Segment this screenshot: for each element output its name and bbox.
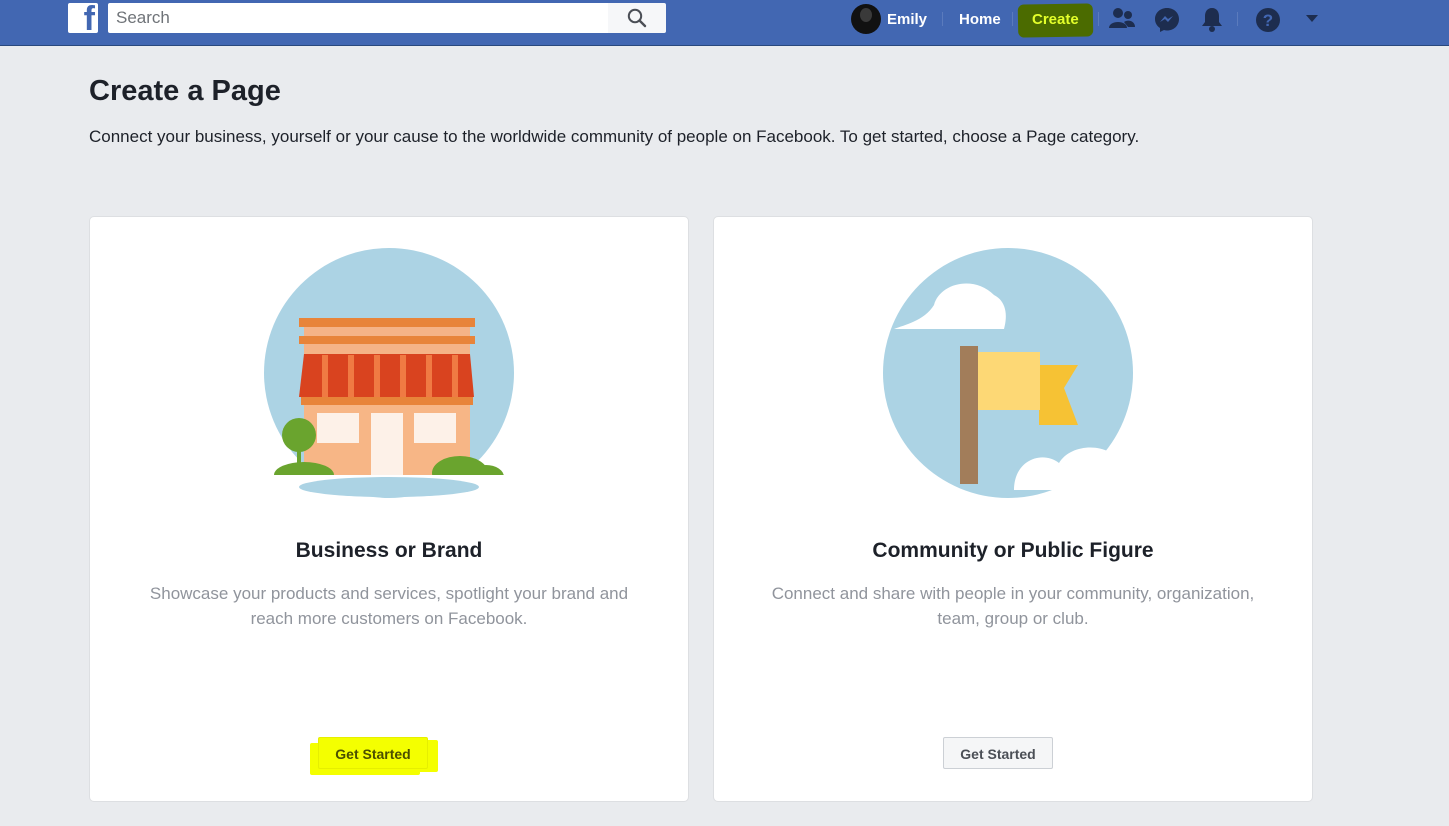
card-title: Business or Brand: [295, 539, 483, 562]
facebook-logo-icon[interactable]: f: [68, 0, 98, 38]
card-description: Connect and share with people in your co…: [771, 584, 1255, 628]
flag-illustration: [883, 248, 1143, 498]
page-subtitle: Connect your business, yourself or your …: [89, 127, 1140, 146]
notifications-icon[interactable]: [1199, 6, 1225, 34]
profile-name: Emily: [887, 11, 928, 28]
home-link[interactable]: Home: [959, 11, 1001, 28]
search-icon: [627, 8, 647, 28]
search-input[interactable]: [108, 3, 606, 33]
business-or-brand-card: Business or Brand Showcase your products…: [89, 216, 689, 802]
card-title: Community or Public Figure: [872, 539, 1154, 562]
create-link[interactable]: Create: [1032, 11, 1079, 28]
community-or-public-figure-card: Community or Public Figure Connect and s…: [713, 216, 1313, 802]
logo-letter: f: [83, 0, 95, 38]
nav-divider: [942, 12, 943, 26]
storefront-illustration: [264, 248, 514, 498]
help-icon[interactable]: ?: [1254, 6, 1282, 34]
nav-divider: [1012, 12, 1013, 26]
dropdown-icon[interactable]: [1305, 13, 1319, 23]
search-box: [108, 3, 608, 33]
top-navigation-bar: f Emily Home Create ?: [0, 0, 1449, 46]
nav-divider: [1237, 12, 1238, 26]
search-button[interactable]: [608, 3, 666, 33]
page-title: Create a Page: [89, 75, 281, 107]
friends-icon[interactable]: [1108, 6, 1136, 32]
nav-divider: [1098, 12, 1099, 26]
card-description: Showcase your products and services, spo…: [149, 584, 629, 628]
messenger-icon[interactable]: [1153, 6, 1181, 34]
get-started-button[interactable]: Get Started: [943, 737, 1053, 769]
avatar: [851, 4, 881, 34]
svg-text:?: ?: [1263, 11, 1273, 30]
get-started-button[interactable]: Get Started: [318, 737, 428, 769]
